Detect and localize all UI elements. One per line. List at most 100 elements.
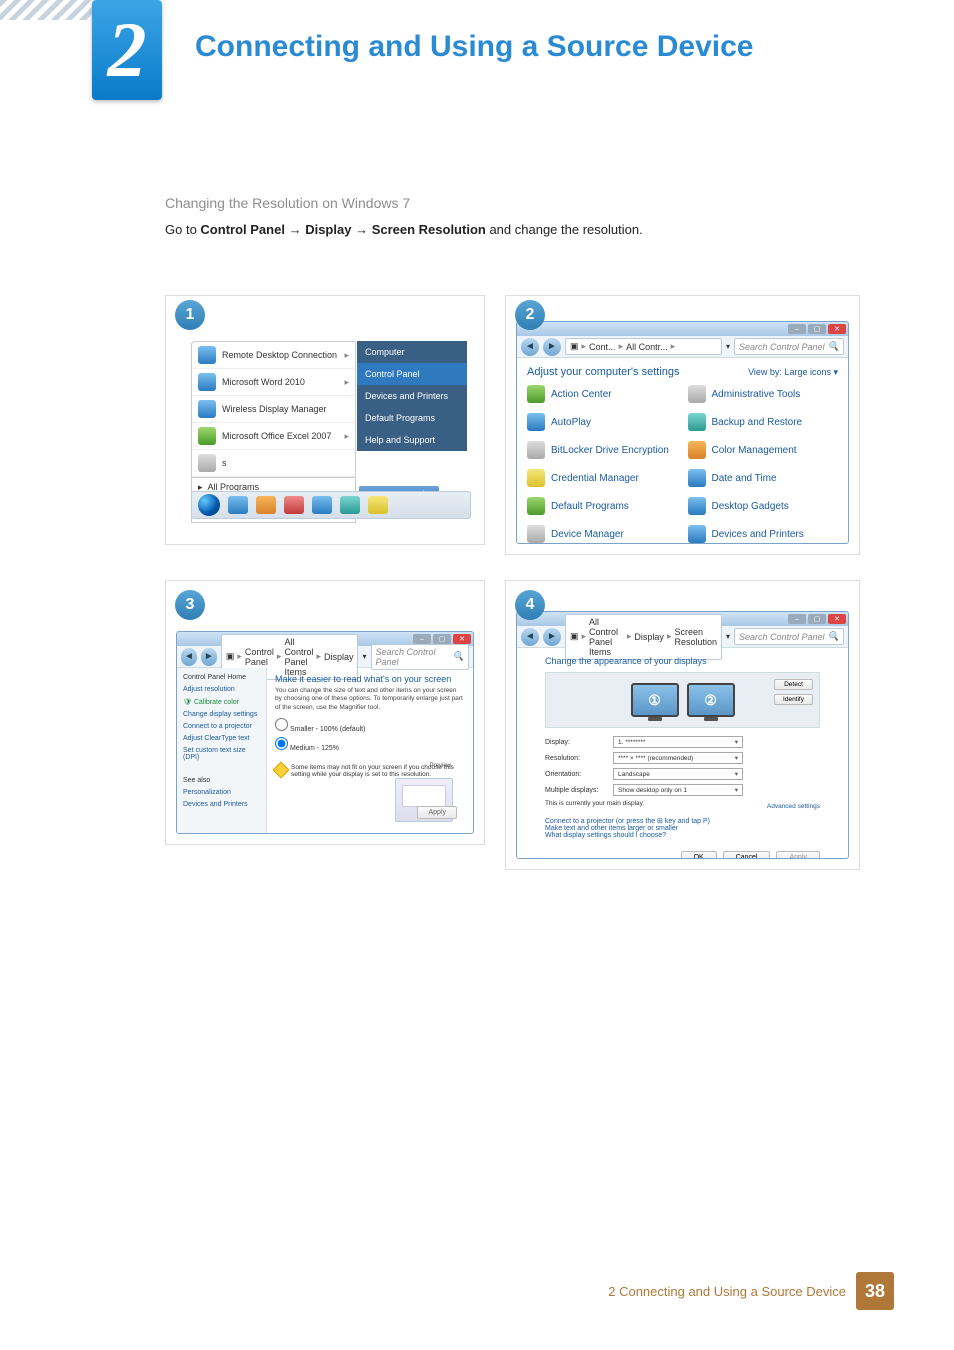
text-size-link[interactable]: Make text and other items larger or smal…	[545, 825, 820, 832]
crumb-1[interactable]: Cont...	[589, 342, 616, 352]
start-item-label: s	[222, 458, 227, 468]
display-main-title: Make it easier to read what's on your sc…	[275, 674, 465, 684]
maximize-button[interactable]: ▢	[808, 324, 826, 334]
view-by-value[interactable]: Large icons ▾	[784, 367, 838, 377]
display-select[interactable]: 1. ********▾	[613, 736, 743, 748]
start-right-item[interactable]: Computer	[357, 341, 467, 363]
display-main-desc: You can change the size of text and othe…	[275, 687, 465, 712]
start-menu-item[interactable]: Microsoft Word 2010▸	[192, 369, 355, 396]
side-link[interactable]: Connect to a projector	[183, 723, 260, 730]
cp-item-label: AutoPlay	[551, 417, 591, 428]
control-panel-item[interactable]: Credential Manager	[527, 466, 678, 490]
cp-item-icon	[527, 525, 545, 543]
advanced-settings-link[interactable]: Advanced settings	[767, 803, 820, 810]
minimize-button[interactable]: –	[413, 634, 431, 644]
view-by-label: View by:	[748, 367, 782, 377]
resolution-select[interactable]: **** × **** (recommended)▾	[613, 752, 743, 764]
cp-item-label: Action Center	[551, 389, 612, 400]
start-right-item[interactable]: Help and Support	[357, 429, 467, 451]
help-link[interactable]: What display settings should I choose?	[545, 832, 820, 839]
orientation-select[interactable]: Landscape▾	[613, 768, 743, 780]
search-input[interactable]: Search Control Panel 🔍	[734, 628, 844, 645]
side-link[interactable]: Change display settings	[183, 711, 260, 718]
start-menu-item[interactable]: Wireless Display Manager	[192, 396, 355, 423]
side-link-calibrate[interactable]: 🛡 Calibrate color	[183, 698, 260, 706]
side-link[interactable]: Adjust resolution	[183, 686, 260, 693]
minimize-button[interactable]: –	[788, 324, 806, 334]
start-menu-item[interactable]: s	[192, 450, 355, 477]
projector-link[interactable]: Connect to a projector (or press the ⊞ k…	[545, 817, 820, 825]
control-panel-item[interactable]: Administrative Tools	[688, 382, 839, 406]
crumb-2[interactable]: All Contr...	[626, 342, 668, 352]
side-home[interactable]: Control Panel Home	[183, 674, 260, 681]
nav-forward-button[interactable]: ►	[543, 628, 561, 646]
start-right-item[interactable]: Default Programs	[357, 407, 467, 429]
multiple-select[interactable]: Show desktop only on 1▾	[613, 784, 743, 796]
step-tag-1: 1	[175, 300, 205, 330]
nav-forward-button[interactable]: ►	[201, 648, 217, 666]
apply-button[interactable]: Apply	[776, 851, 820, 859]
apply-button[interactable]: Apply	[417, 806, 457, 819]
side-link[interactable]: Adjust ClearType text	[183, 735, 260, 742]
cancel-button[interactable]: Cancel	[723, 851, 771, 859]
cp-item-icon	[527, 469, 545, 487]
monitor-preview-area: ① ② Detect Identify	[545, 672, 820, 728]
monitor-2-icon[interactable]: ②	[687, 683, 735, 717]
step-tag-4: 4	[515, 590, 545, 620]
text-size-option[interactable]: Smaller - 100% (default)	[275, 718, 465, 733]
minimize-button[interactable]: –	[788, 614, 806, 624]
taskbar-ie-icon[interactable]	[312, 496, 332, 514]
monitor-1-icon[interactable]: ①	[631, 683, 679, 717]
cp-item-label: Backup and Restore	[712, 417, 803, 428]
control-panel-item[interactable]: Devices and Printers	[688, 522, 839, 544]
control-panel-item[interactable]: Device Manager	[527, 522, 678, 544]
crumb-3[interactable]: Display	[324, 652, 354, 662]
detect-button[interactable]: Detect	[774, 679, 813, 690]
start-right-item[interactable]: Control Panel	[357, 363, 467, 385]
side-link[interactable]: Set custom text size (DPI)	[183, 747, 260, 761]
nav-back-button[interactable]: ◄	[521, 628, 539, 646]
control-panel-item[interactable]: AutoPlay	[527, 410, 678, 434]
taskbar-icon[interactable]	[368, 496, 388, 514]
control-panel-item[interactable]: Color Management	[688, 438, 839, 462]
start-menu-item[interactable]: Microsoft Office Excel 2007▸	[192, 423, 355, 450]
crumb-1[interactable]: Control Panel	[245, 647, 274, 667]
close-button[interactable]: ✕	[828, 324, 846, 334]
ok-button[interactable]: OK	[681, 851, 717, 859]
side-seealso-item[interactable]: Personalization	[183, 789, 260, 796]
search-input[interactable]: Search Control Panel 🔍	[734, 338, 844, 355]
taskbar-icon[interactable]	[256, 496, 276, 514]
search-icon: 🔍	[828, 341, 839, 352]
control-panel-item[interactable]: Action Center	[527, 382, 678, 406]
close-button[interactable]: ✕	[453, 634, 471, 644]
maximize-button[interactable]: ▢	[433, 634, 451, 644]
close-button[interactable]: ✕	[828, 614, 846, 624]
address-bar: ◄ ► ▣▸ Cont...▸ All Contr...▸ ▾ Search C…	[517, 336, 848, 358]
search-input[interactable]: Search Control Panel 🔍	[371, 644, 469, 670]
crumb-3[interactable]: Screen Resolution	[674, 627, 717, 647]
control-panel-item[interactable]: Date and Time	[688, 466, 839, 490]
start-menu-item[interactable]: Remote Desktop Connection▸	[192, 342, 355, 369]
nav-forward-button[interactable]: ►	[543, 338, 561, 356]
maximize-button[interactable]: ▢	[808, 614, 826, 624]
control-panel-item[interactable]: Default Programs	[527, 494, 678, 518]
cp-item-label: Date and Time	[712, 473, 777, 484]
start-right-item[interactable]: Devices and Printers	[357, 385, 467, 407]
taskbar-icon[interactable]	[228, 496, 248, 514]
taskbar-icon[interactable]	[284, 496, 304, 514]
start-orb-icon[interactable]	[198, 494, 220, 516]
chevron-right-icon: ▸	[344, 377, 349, 388]
control-panel-item[interactable]: Backup and Restore	[688, 410, 839, 434]
taskbar-icon[interactable]	[340, 496, 360, 514]
side-seealso-item[interactable]: Devices and Printers	[183, 801, 260, 808]
nav-back-button[interactable]: ◄	[181, 648, 197, 666]
identify-button[interactable]: Identify	[774, 694, 813, 705]
crumb-2[interactable]: Display	[634, 632, 664, 642]
text-size-option[interactable]: Medium - 125%	[275, 737, 465, 752]
step-panel-2: – ▢ ✕ ◄ ► ▣▸ Cont...▸ All Contr...▸ ▾ Se…	[505, 295, 860, 555]
nav-back-button[interactable]: ◄	[521, 338, 539, 356]
breadcrumb[interactable]: ▣▸ Cont...▸ All Contr...▸	[565, 338, 722, 355]
control-panel-item[interactable]: Desktop Gadgets	[688, 494, 839, 518]
control-panel-item[interactable]: BitLocker Drive Encryption	[527, 438, 678, 462]
cp-item-label: Color Management	[712, 445, 797, 456]
